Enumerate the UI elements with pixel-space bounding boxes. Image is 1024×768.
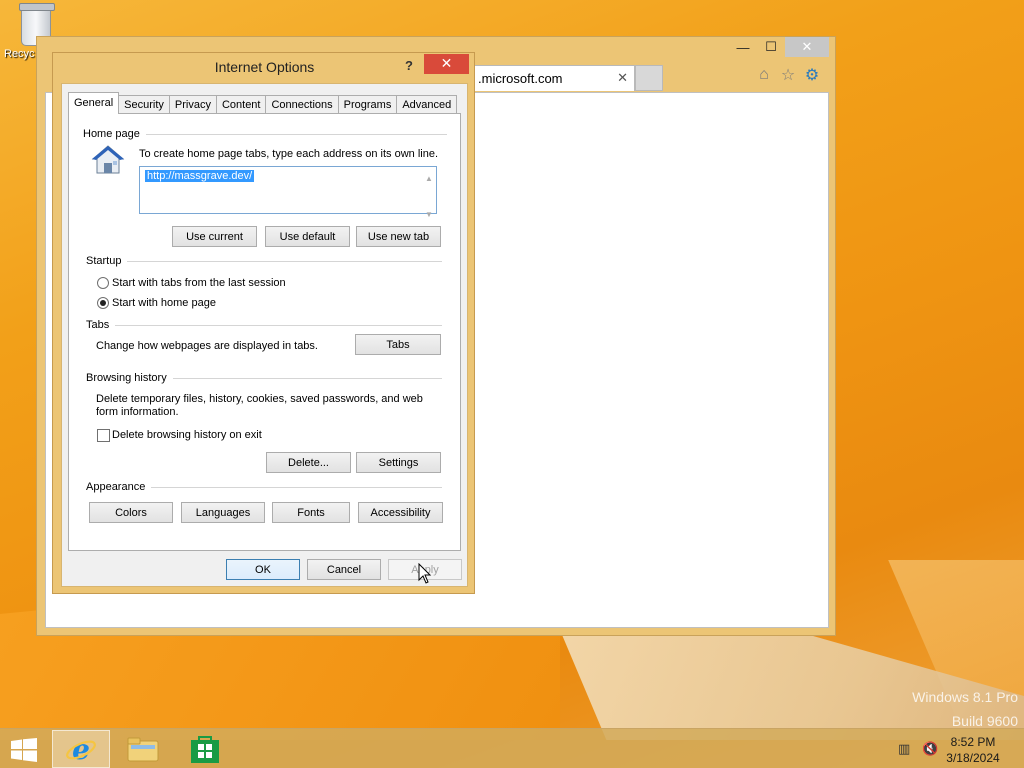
use-new-tab-button[interactable]: Use new tab [356, 226, 441, 247]
new-tab-button[interactable] [635, 65, 663, 91]
use-default-button[interactable]: Use default [265, 226, 350, 247]
home-page-url-textarea[interactable]: http://massgrave.dev/ ▲ ▼ [139, 166, 437, 219]
accessibility-button[interactable]: Accessibility [358, 502, 443, 523]
tab-general[interactable]: General [68, 92, 120, 114]
window-controls: — ☐ ✕ [729, 37, 829, 57]
browsing-history-heading: Browsing history [86, 372, 167, 384]
general-tab-panel: Home page To create home page tabs, type… [68, 113, 461, 551]
clock-date: 3/18/2024 [946, 751, 1000, 765]
home-page-section-header: Home page [83, 128, 447, 140]
taskbar: e ▥ 🔇 8:52 PM 3/18/2024 [0, 728, 1024, 768]
appearance-section-header: Appearance [86, 481, 442, 493]
divider [115, 324, 442, 326]
favorites-star-icon[interactable]: ☆ [779, 66, 797, 84]
tab-programs[interactable]: Programs [337, 95, 398, 114]
startup-home-page-label[interactable]: Start with home page [112, 297, 216, 309]
tab-content[interactable]: Content [215, 95, 267, 114]
browser-toolbar: ⌂ ☆ ⚙ [755, 66, 821, 84]
textarea-scrollbar[interactable]: ▲ ▼ [424, 170, 434, 219]
volume-muted-icon[interactable]: 🔇 [922, 741, 938, 757]
startup-heading: Startup [86, 255, 122, 267]
divider [145, 133, 447, 135]
colors-button[interactable]: Colors [89, 502, 173, 523]
close-tab-icon[interactable]: ✕ [617, 70, 628, 86]
internet-explorer-icon: e [66, 733, 96, 765]
taskbar-store[interactable] [176, 730, 234, 768]
languages-button[interactable]: Languages [181, 502, 265, 523]
browsing-history-description-line2: form information. [96, 406, 179, 418]
taskbar-internet-explorer[interactable]: e [52, 730, 110, 768]
folder-icon [127, 737, 159, 762]
home-page-instruction: To create home page tabs, type each addr… [139, 148, 439, 160]
gear-icon[interactable]: ⚙ [803, 66, 821, 84]
home-page-url-value: http://massgrave.dev/ [145, 170, 255, 182]
startup-last-session-label[interactable]: Start with tabs from the last session [112, 277, 286, 289]
cancel-button[interactable]: Cancel [307, 559, 381, 580]
close-button[interactable]: ✕ [785, 37, 829, 57]
windows-watermark: Windows 8.1 Pro Build 9600 [912, 685, 1018, 733]
tabs-description: Change how webpages are displayed in tab… [96, 340, 318, 352]
browser-tab[interactable]: .microsoft.com ✕ [473, 65, 635, 91]
browsing-history-description-line1: Delete temporary files, history, cookies… [96, 393, 423, 405]
store-icon [191, 736, 219, 763]
startup-section-header: Startup [86, 255, 442, 267]
delete-history-button[interactable]: Delete... [266, 452, 351, 473]
watermark-edition: Windows 8.1 Pro [912, 689, 1018, 705]
home-icon[interactable]: ⌂ [755, 66, 773, 84]
divider [172, 377, 442, 379]
tabs-settings-button[interactable]: Tabs [355, 334, 441, 355]
minimize-button[interactable]: — [729, 37, 757, 57]
use-current-button[interactable]: Use current [172, 226, 257, 247]
internet-options-dialog: Internet Options ? ✕ General Security Pr… [52, 52, 475, 594]
tab-connections[interactable]: Connections [265, 95, 339, 114]
tabs-heading: Tabs [86, 319, 110, 331]
divider [151, 486, 442, 488]
tab-strip: General Security Privacy Content Connect… [68, 92, 458, 114]
startup-home-page-radio[interactable] [97, 297, 109, 309]
mouse-cursor-icon [418, 563, 432, 584]
svg-text:e: e [72, 733, 90, 765]
tab-privacy[interactable]: Privacy [168, 95, 217, 114]
help-button[interactable]: ? [397, 56, 421, 76]
tabs-section-header: Tabs [86, 319, 442, 331]
history-settings-button[interactable]: Settings [356, 452, 441, 473]
home-page-heading: Home page [83, 128, 140, 140]
clock-time: 8:52 PM [950, 735, 996, 749]
dialog-close-button[interactable]: ✕ [424, 54, 469, 74]
tab-security[interactable]: Security [118, 95, 170, 114]
tab-advanced[interactable]: Advanced [396, 95, 458, 114]
network-icon[interactable]: ▥ [898, 741, 914, 757]
startup-last-session-radio[interactable] [97, 277, 109, 289]
taskbar-file-explorer[interactable] [114, 730, 172, 768]
dialog-client-area: General Security Privacy Content Connect… [61, 83, 468, 587]
divider [127, 260, 442, 262]
delete-history-on-exit-label[interactable]: Delete browsing history on exit [112, 429, 262, 441]
maximize-button[interactable]: ☐ [757, 37, 785, 57]
browsing-history-section-header: Browsing history [86, 372, 442, 384]
appearance-heading: Appearance [86, 481, 146, 493]
ok-button[interactable]: OK [226, 559, 300, 580]
fonts-button[interactable]: Fonts [272, 502, 350, 523]
delete-history-on-exit-checkbox[interactable] [97, 429, 110, 442]
home-house-icon [91, 145, 125, 174]
browser-tab-title: .microsoft.com [478, 71, 563, 86]
system-clock[interactable]: 8:52 PM 3/18/2024 [938, 734, 1008, 766]
windows-start-icon[interactable] [10, 738, 38, 762]
